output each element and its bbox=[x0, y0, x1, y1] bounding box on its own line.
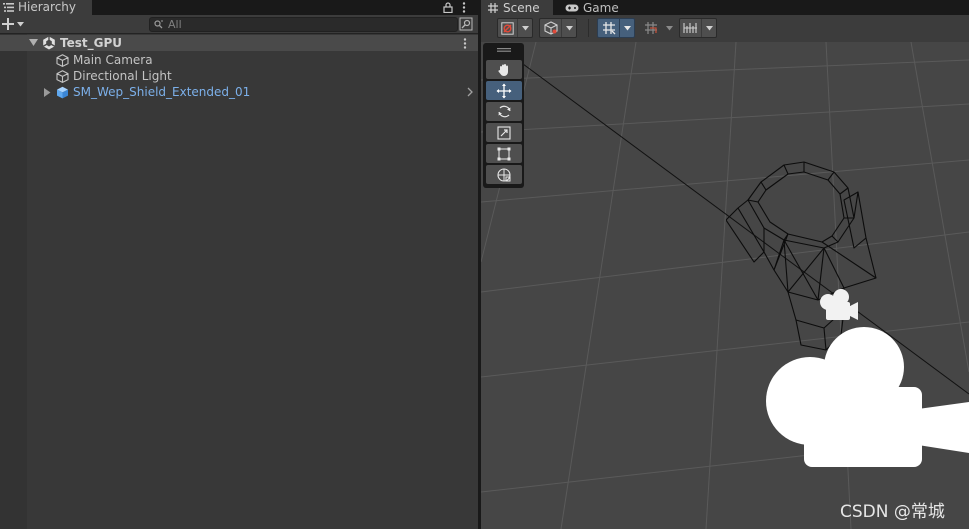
item-label: Directional Light bbox=[73, 69, 172, 83]
tab-scene[interactable]: Scene bbox=[481, 0, 553, 15]
expand-arrow-icon[interactable] bbox=[29, 39, 38, 47]
caret-down-icon[interactable] bbox=[561, 19, 576, 37]
move-tool-icon[interactable] bbox=[486, 81, 522, 100]
caret-down-icon[interactable] bbox=[661, 19, 676, 37]
draw-mode-button[interactable] bbox=[497, 18, 533, 38]
render-mode-button[interactable] bbox=[539, 18, 577, 38]
scene-menu-icon[interactable] bbox=[463, 38, 467, 49]
hierarchy-toolbar: All bbox=[0, 15, 479, 34]
transform-tool-icon[interactable] bbox=[486, 165, 522, 184]
hash-icon bbox=[488, 2, 498, 13]
search-icon bbox=[154, 20, 164, 29]
grid-toggle-icon bbox=[598, 21, 619, 35]
chevron-right-icon[interactable] bbox=[467, 87, 473, 97]
snap-grid-icon bbox=[640, 21, 661, 35]
snap-settings-button[interactable] bbox=[679, 18, 717, 38]
tab-scene-label: Scene bbox=[503, 0, 540, 15]
ruler-icon bbox=[680, 22, 701, 34]
kebab-menu-icon[interactable] bbox=[462, 2, 466, 13]
caret-down-icon[interactable] bbox=[619, 19, 634, 37]
caret-down-icon[interactable] bbox=[517, 19, 532, 37]
scene-toolbar bbox=[481, 15, 969, 42]
toolbar-separator bbox=[588, 19, 589, 37]
rotate-tool-icon[interactable] bbox=[486, 102, 522, 121]
plus-icon bbox=[2, 18, 14, 30]
increment-snap-button[interactable] bbox=[639, 18, 677, 38]
gameobject-cube-icon bbox=[56, 70, 69, 83]
tool-palette bbox=[483, 43, 524, 188]
scene-tab-bar: Scene Game bbox=[481, 0, 969, 15]
cube-icon bbox=[540, 21, 561, 35]
search-options-button[interactable] bbox=[459, 17, 473, 31]
scene-name: Test_GPU bbox=[60, 36, 122, 50]
prefab-cube-icon bbox=[56, 86, 69, 99]
hierarchy-tab-label: Hierarchy bbox=[18, 0, 77, 14]
item-label: Main Camera bbox=[73, 53, 153, 67]
caret-down-icon bbox=[17, 21, 24, 27]
palette-handle-icon[interactable] bbox=[497, 48, 511, 52]
hand-tool-icon[interactable] bbox=[486, 60, 522, 79]
search-placeholder: All bbox=[168, 18, 182, 31]
list-item[interactable]: SM_Wep_Shield_Extended_01 bbox=[0, 84, 479, 100]
scene-panel: Scene Game bbox=[481, 0, 969, 529]
hierarchy-tab-bar: Hierarchy bbox=[0, 0, 479, 15]
camera-gizmo-small bbox=[820, 289, 858, 320]
rect-tool-icon[interactable] bbox=[486, 144, 522, 163]
scale-tool-icon[interactable] bbox=[486, 123, 522, 142]
scene-row[interactable]: Test_GPU bbox=[0, 35, 479, 51]
list-icon bbox=[3, 3, 14, 12]
item-label: SM_Wep_Shield_Extended_01 bbox=[73, 85, 251, 99]
lock-icon[interactable] bbox=[443, 2, 453, 13]
shaded-draw-icon bbox=[498, 21, 517, 35]
list-item[interactable]: Directional Light bbox=[0, 68, 479, 84]
hierarchy-panel: Hierarchy All Test_GPU Main Camera Direc… bbox=[0, 0, 479, 529]
unity-scene-icon bbox=[42, 36, 56, 50]
search-input[interactable]: All bbox=[149, 17, 458, 32]
tab-game-label: Game bbox=[583, 0, 619, 15]
tab-game[interactable]: Game bbox=[559, 0, 629, 15]
gameobject-cube-icon bbox=[56, 54, 69, 67]
list-item[interactable]: Main Camera bbox=[0, 52, 479, 68]
camera-gizmo-large bbox=[766, 327, 969, 467]
csdn-watermark: CSDN @常城 bbox=[840, 502, 945, 522]
hierarchy-tree bbox=[0, 34, 479, 529]
add-object-button[interactable] bbox=[2, 16, 28, 32]
grid-snap-button[interactable] bbox=[597, 18, 635, 38]
hierarchy-tab[interactable]: Hierarchy bbox=[0, 0, 92, 15]
hierarchy-gutter bbox=[0, 34, 27, 529]
gamepad-icon bbox=[565, 4, 579, 12]
scene-viewport[interactable] bbox=[481, 42, 969, 529]
expand-arrow-icon[interactable] bbox=[44, 88, 51, 97]
caret-down-icon[interactable] bbox=[701, 19, 716, 37]
